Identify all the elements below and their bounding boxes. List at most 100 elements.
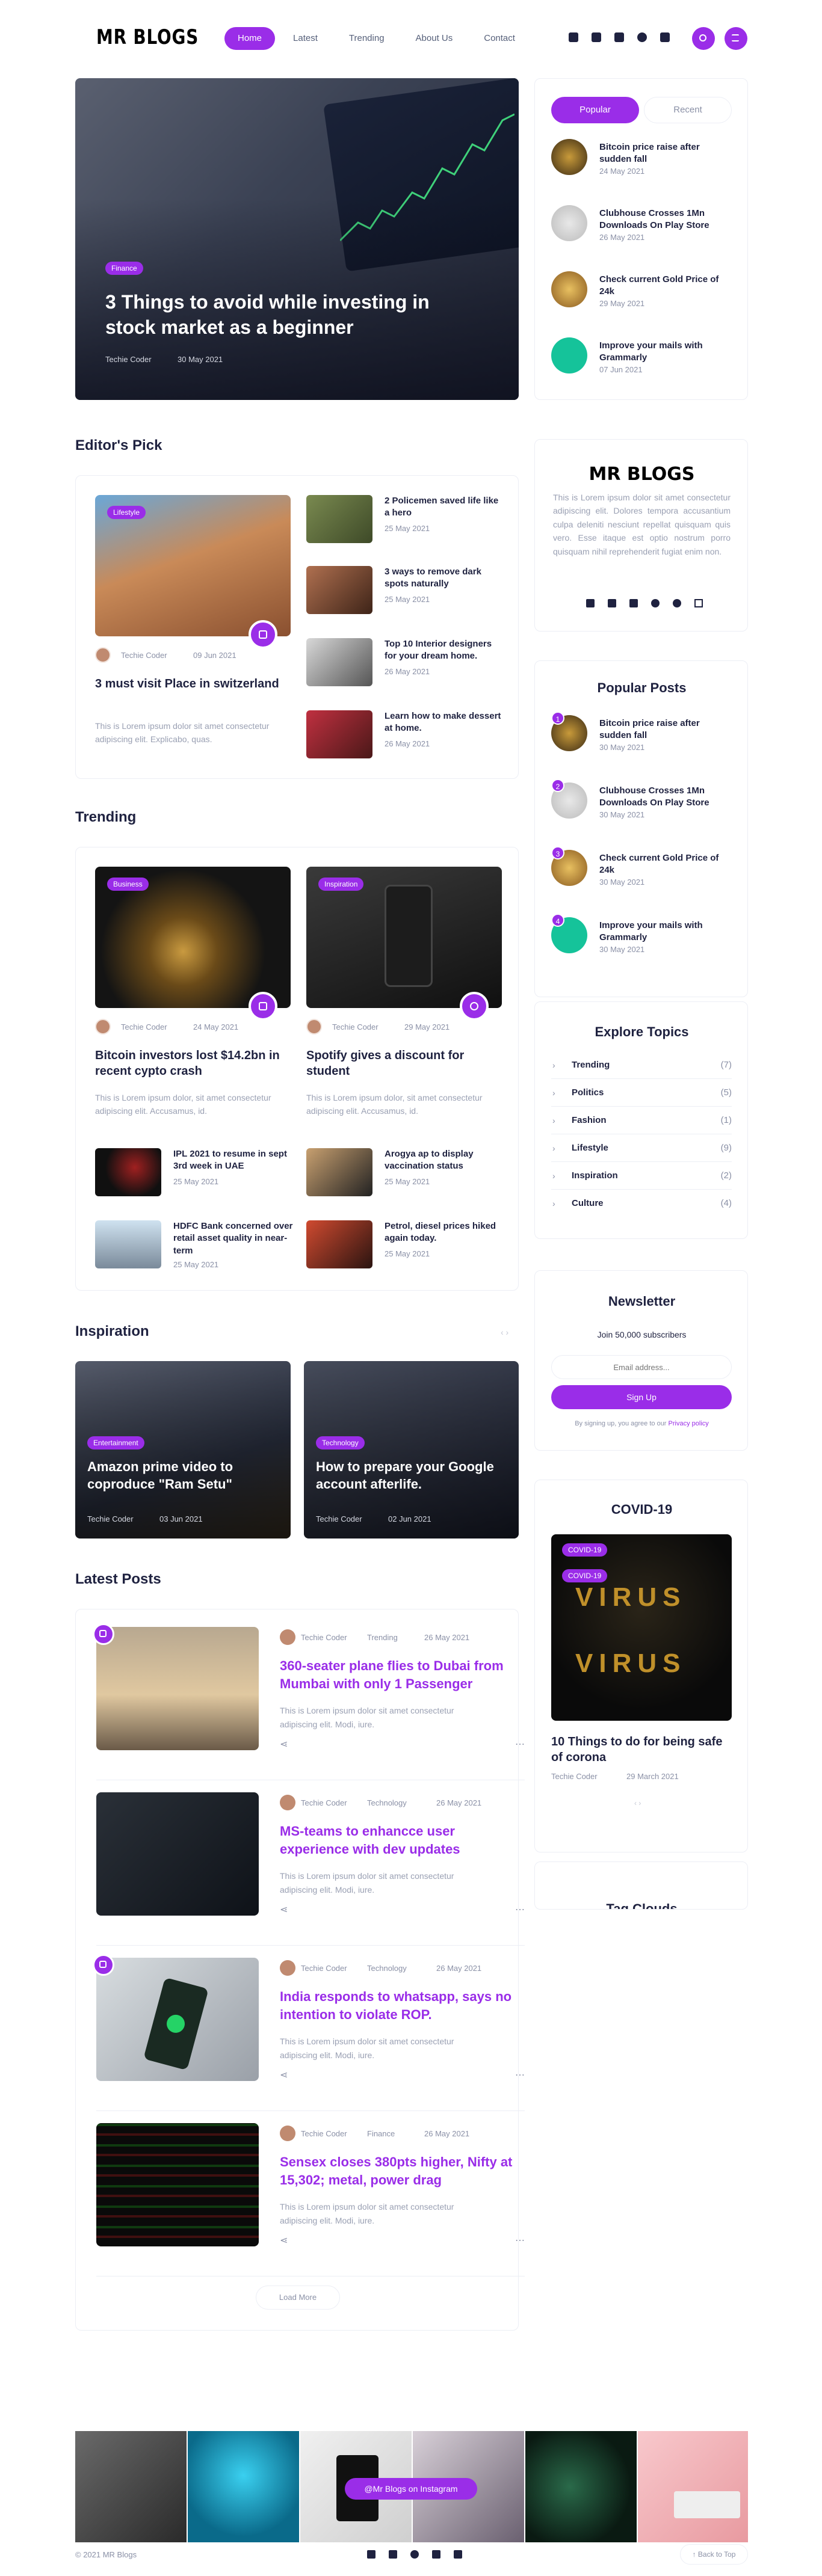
author-name[interactable]: Techie Coder <box>301 2129 347 2138</box>
nav-contact[interactable]: Contact <box>471 27 528 50</box>
category-tag[interactable]: Technology <box>316 1436 365 1449</box>
twitter-icon[interactable] <box>608 599 616 607</box>
topic-inspiration[interactable]: › Inspiration (2) <box>551 1162 732 1190</box>
list-item[interactable]: Learn how to make dessert at home. 26 May… <box>306 710 505 764</box>
post-thumbnail[interactable] <box>96 1958 259 2081</box>
instagram-follow-button[interactable]: @Mr Blogs on Instagram <box>345 2478 477 2500</box>
more-options-icon[interactable]: ⋯ <box>515 2234 525 2246</box>
list-item[interactable]: 3 ways to remove dark spots naturally 25 … <box>306 566 505 620</box>
post-category[interactable]: Technology <box>367 1964 407 1973</box>
hero-author[interactable]: Techie Coder <box>105 355 152 364</box>
more-options-icon[interactable]: ⋯ <box>515 1904 525 1916</box>
tab-popular[interactable]: Popular <box>551 97 639 123</box>
nav-trending[interactable]: Trending <box>336 27 398 50</box>
linkedin-icon[interactable] <box>629 599 638 607</box>
carousel-arrows[interactable]: ‹ › <box>501 1327 508 1337</box>
instagram-image[interactable] <box>188 2431 299 2542</box>
latest-post-item[interactable]: Techie Coder Finance 26 May 2021 Sensex … <box>96 2123 525 2276</box>
latest-post-item[interactable]: Techie Coder Trending 26 May 2021 360-se… <box>93 1623 525 1780</box>
post-category[interactable]: Finance <box>367 2129 395 2138</box>
instagram-icon[interactable] <box>592 32 601 42</box>
signup-button[interactable]: Sign Up <box>551 1385 732 1409</box>
post-title[interactable]: Sensex closes 380pts higher, Nifty at 15… <box>280 2153 515 2189</box>
load-more-button[interactable]: Load More <box>256 2286 340 2310</box>
more-options-icon[interactable]: ⋯ <box>515 2069 525 2081</box>
list-item[interactable]: 1 Bitcoin price raise after sudden fall 30… <box>551 712 732 769</box>
post-thumbnail[interactable] <box>96 2123 259 2246</box>
facebook-icon[interactable] <box>586 599 595 607</box>
facebook-icon[interactable] <box>569 32 578 42</box>
author-name[interactable]: Techie Coder <box>301 1964 347 1973</box>
facebook-icon[interactable] <box>367 2550 375 2559</box>
author-name[interactable]: Techie Coder <box>301 1633 347 1642</box>
post-thumbnail[interactable] <box>96 1627 259 1750</box>
youtube-icon[interactable] <box>660 32 670 42</box>
category-tag[interactable]: Entertainment <box>87 1436 144 1449</box>
post-title[interactable]: Spotify gives a discount for student <box>306 1048 499 1079</box>
nav-about[interactable]: About Us <box>403 27 466 50</box>
share-icon[interactable]: ⋖ <box>280 1904 288 1916</box>
post-category[interactable]: Trending <box>367 1633 398 1642</box>
list-item[interactable]: Check current Gold Price of 24k 29 May 20… <box>551 271 732 325</box>
post-title[interactable]: MS-teams to enhancce user experience wit… <box>280 1822 515 1858</box>
topic-trending[interactable]: › Trending (7) <box>551 1051 732 1079</box>
instagram-icon[interactable] <box>389 2550 397 2559</box>
post-title[interactable]: Amazon prime video to coproduce "Ram Set… <box>87 1459 280 1493</box>
topic-lifestyle[interactable]: › Lifestyle (9) <box>551 1134 732 1162</box>
author-name[interactable]: Techie Coder <box>332 1022 379 1031</box>
tab-recent[interactable]: Recent <box>644 97 732 123</box>
covid-image[interactable]: VIRUS VIRUS <box>551 1534 732 1721</box>
list-item[interactable]: IPL 2021 to resume in sept 3rd week in U… <box>95 1148 294 1202</box>
category-tag[interactable]: COVID-19 <box>562 1569 608 1582</box>
list-item[interactable]: Improve your mails with Grammarly 07 Jun … <box>551 337 732 392</box>
hero-title[interactable]: 3 Things to avoid while investing in sto… <box>105 290 466 340</box>
privacy-policy-link[interactable]: Privacy policy <box>669 1420 709 1427</box>
nav-home[interactable]: Home <box>224 27 276 50</box>
more-options-icon[interactable]: ⋯ <box>515 1738 525 1750</box>
post-title[interactable]: How to prepare your Google account after… <box>316 1459 508 1493</box>
topic-culture[interactable]: › Culture (4) <box>551 1190 732 1217</box>
instagram-image[interactable] <box>638 2431 748 2542</box>
latest-post-item[interactable]: Techie Coder Technology 26 May 2021 Indi… <box>93 1954 525 2111</box>
email-field[interactable] <box>551 1355 732 1379</box>
latest-post-item[interactable]: Techie Coder Technology 26 May 2021 MS-t… <box>96 1792 525 1946</box>
list-item[interactable]: HDFC Bank concerned over retail asset qu… <box>95 1220 294 1274</box>
post-title[interactable]: Bitcoin investors lost $14.2bn in recent… <box>95 1048 294 1079</box>
mail-icon[interactable] <box>694 599 703 607</box>
instagram-image[interactable] <box>525 2431 637 2542</box>
share-icon[interactable]: ⋖ <box>280 1738 288 1750</box>
inspiration-card-2[interactable]: Technology How to prepare your Google ac… <box>304 1361 519 1539</box>
post-title[interactable]: India responds to whatsapp, says no inte… <box>280 1988 515 2023</box>
author-name[interactable]: Techie Coder <box>301 1798 347 1807</box>
category-tag[interactable]: Lifestyle <box>107 506 146 519</box>
pinterest-icon[interactable] <box>637 32 647 42</box>
list-item[interactable]: Arogya ap to display vaccination status 2… <box>306 1148 505 1202</box>
instagram-image[interactable] <box>75 2431 187 2542</box>
post-title[interactable]: 3 must visit Place in switzerland <box>95 676 288 692</box>
menu-button[interactable] <box>725 27 747 50</box>
category-tag[interactable]: COVID-19 <box>562 1543 608 1557</box>
pinterest-icon[interactable] <box>614 32 624 42</box>
list-item[interactable]: 2 Policemen saved life like a hero 25 May… <box>306 495 505 549</box>
list-item[interactable]: Bitcoin price raise after sudden fall 24 … <box>551 139 732 193</box>
list-item[interactable]: Clubhouse Crosses 1Mn Downloads On Play … <box>551 205 732 259</box>
author-name[interactable]: Techie Coder <box>121 1022 167 1031</box>
post-category[interactable]: Technology <box>367 1798 407 1807</box>
list-item[interactable]: 2 Clubhouse Crosses 1Mn Downloads On Play… <box>551 779 732 837</box>
carousel-arrows[interactable]: ‹ › <box>634 1799 641 1807</box>
whatsapp-icon[interactable] <box>673 599 681 607</box>
post-title[interactable]: 360-seater plane flies to Dubai from Mum… <box>280 1657 515 1692</box>
site-logo[interactable]: MR BLOGS <box>96 25 199 49</box>
share-icon[interactable]: ⋖ <box>280 2069 288 2081</box>
post-thumbnail[interactable] <box>96 1792 259 1916</box>
pinterest-icon[interactable] <box>651 599 660 607</box>
hero-post[interactable]: Finance 3 Things to avoid while investin… <box>75 78 519 400</box>
pinterest-icon[interactable] <box>432 2550 440 2559</box>
list-item[interactable]: Top 10 Interior designers for your dream… <box>306 638 505 692</box>
search-button[interactable] <box>692 27 715 50</box>
list-item[interactable]: 4 Improve your mails with Grammarly 30 May… <box>551 914 732 971</box>
youtube-icon[interactable] <box>454 2550 462 2559</box>
author-name[interactable]: Techie Coder <box>316 1514 362 1523</box>
author-name[interactable]: Techie Coder <box>551 1772 598 1781</box>
post-title[interactable]: 10 Things to do for being safe of corona <box>551 1734 732 1765</box>
